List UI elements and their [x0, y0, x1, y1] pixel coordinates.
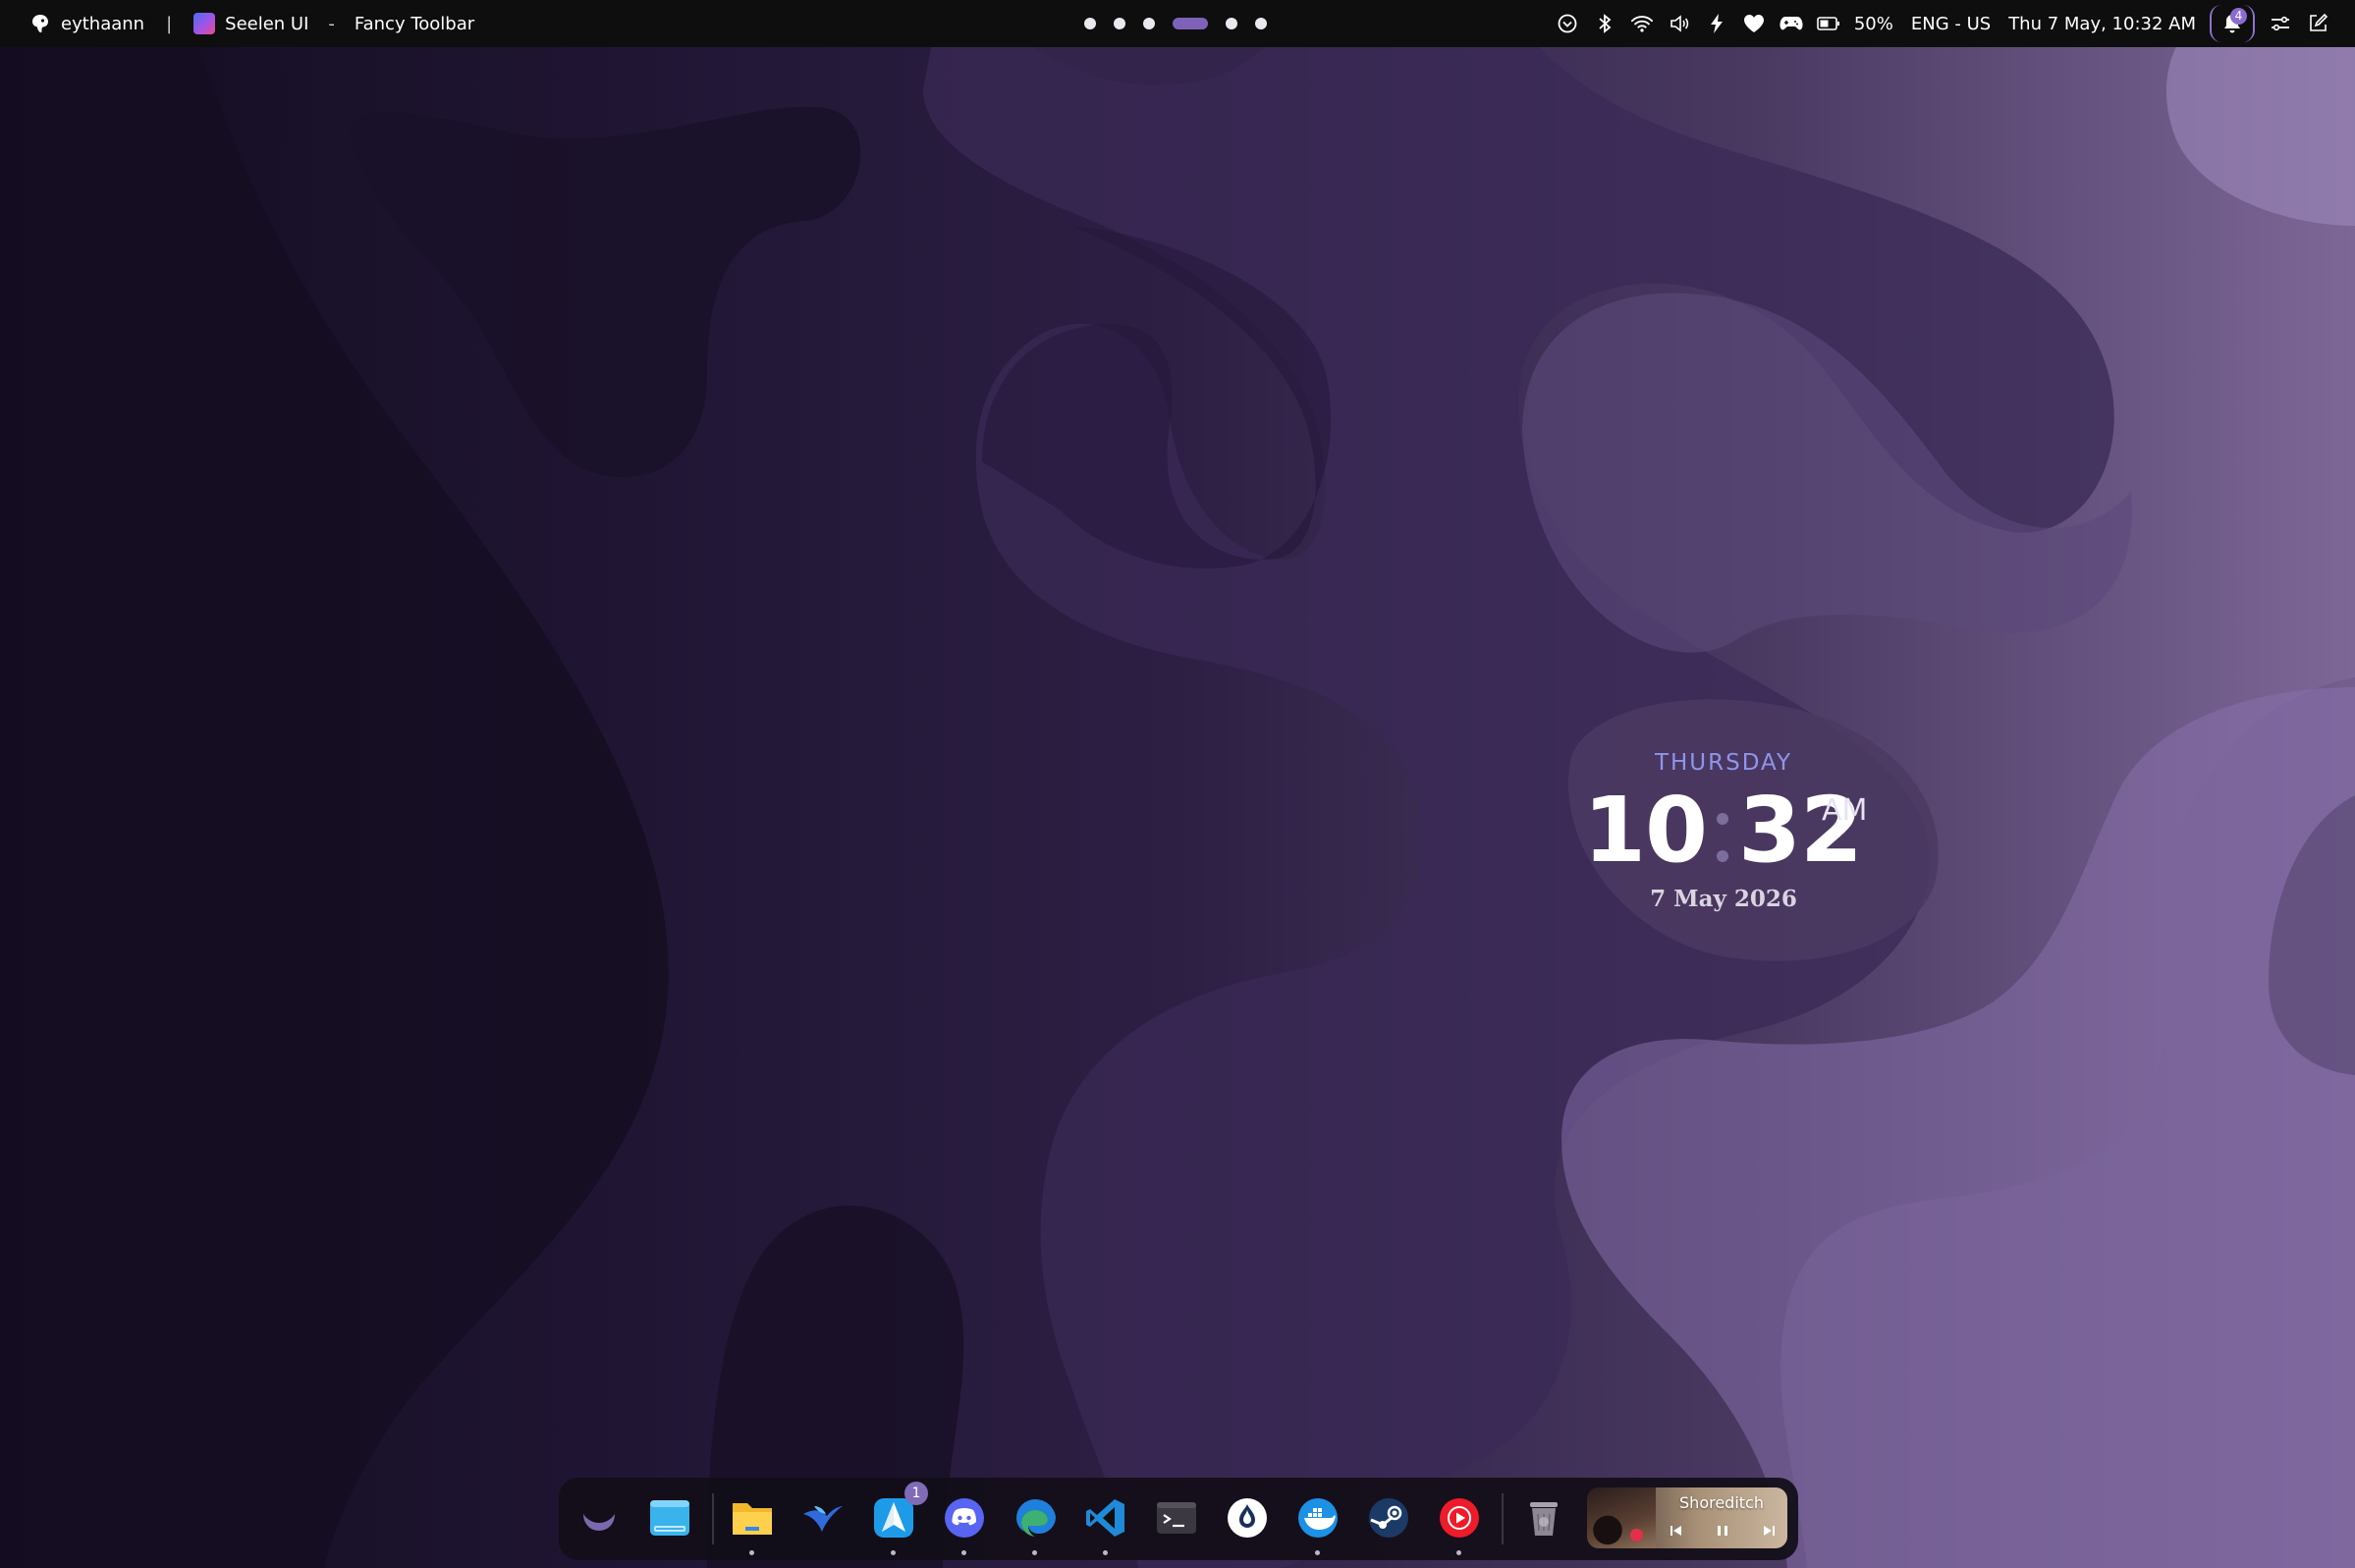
dock-item-tor-browser[interactable]: [1219, 1489, 1276, 1546]
quick-settings-icon[interactable]: [2269, 12, 2292, 35]
workspace-dot-2[interactable]: [1114, 18, 1125, 29]
dock-item-file-explorer[interactable]: [724, 1489, 781, 1555]
fancy-toolbar: eythaann | Seelen UI - Fancy Toolbar 50%…: [0, 0, 2355, 47]
clock-hours: 10: [1583, 778, 1708, 883]
notifications-button[interactable]: 4: [2210, 5, 2255, 42]
workspace-dot-1[interactable]: [1084, 18, 1096, 29]
notification-count-badge: 4: [2230, 8, 2247, 25]
dock: 1 Shoreditch: [559, 1478, 1798, 1560]
running-indicator: [1315, 1550, 1320, 1555]
running-indicator: [1103, 1550, 1108, 1555]
onion-icon: [1228, 1498, 1267, 1538]
media-title: Shoreditch: [1679, 1493, 1764, 1512]
dock-item-desktop[interactable]: [641, 1489, 698, 1546]
dock-separator: [1502, 1493, 1504, 1544]
desktop-wallpaper: [0, 0, 2355, 1568]
wifi-icon[interactable]: [1630, 12, 1654, 35]
workspace-dot-6[interactable]: [1255, 18, 1267, 29]
desktop-clock-widget: THURSDAY 10 32 AM 7 May 2026: [1561, 727, 1886, 962]
battery-percentage[interactable]: 50%: [1854, 14, 1893, 34]
youtube-music-icon: [1440, 1498, 1479, 1538]
running-indicator: [749, 1550, 754, 1555]
dock-item-youtube-music[interactable]: [1431, 1489, 1488, 1555]
workspace-dot-5[interactable]: [1226, 18, 1237, 29]
edit-note-icon[interactable]: [2306, 12, 2329, 35]
toolbar-separator: |: [166, 13, 173, 34]
clock-date: 7 May 2026: [1650, 886, 1797, 912]
trash-icon: [1530, 1502, 1558, 1536]
dock-item-edge[interactable]: [1007, 1489, 1064, 1555]
running-indicator: [961, 1550, 966, 1555]
pause-icon[interactable]: [1712, 1520, 1733, 1541]
dock-item-vscode[interactable]: [1077, 1489, 1134, 1555]
mail-badge: 1: [904, 1482, 928, 1505]
album-art: [1587, 1487, 1656, 1548]
toolbar-right-section: 50% ENG - US Thu 7 May, 10:32 AM 4: [1556, 0, 2329, 47]
workspace-dot-3[interactable]: [1143, 18, 1155, 29]
focused-window-title[interactable]: Fancy Toolbar: [355, 14, 474, 34]
media-player-widget[interactable]: Shoreditch: [1587, 1487, 1787, 1548]
clock-colon: [1717, 813, 1729, 862]
user-avatar-icon[interactable]: [29, 13, 51, 34]
docker-icon: [1298, 1498, 1338, 1538]
running-indicator: [891, 1550, 896, 1555]
vscode-icon: [1086, 1499, 1124, 1537]
dock-item-arc-browser[interactable]: [794, 1489, 851, 1546]
seelen-icon: [583, 1514, 615, 1531]
dock-item-steam[interactable]: [1360, 1489, 1417, 1546]
toolbar-datetime[interactable]: Thu 7 May, 10:32 AM: [2008, 14, 2196, 34]
keyboard-language[interactable]: ENG - US: [1911, 14, 1991, 34]
bluetooth-icon[interactable]: [1593, 12, 1616, 35]
power-mode-icon[interactable]: [1705, 12, 1728, 35]
health-heart-icon[interactable]: [1742, 12, 1766, 35]
dock-item-docker[interactable]: [1289, 1489, 1346, 1555]
bird-icon: [803, 1506, 843, 1532]
workspace-switcher: [1084, 17, 1267, 30]
dock-item-recycle-bin[interactable]: [1515, 1489, 1572, 1546]
recording-indicator: [1630, 1529, 1643, 1541]
focused-app-name[interactable]: Seelen UI: [225, 14, 308, 34]
dock-item-seelen-launcher[interactable]: [571, 1489, 628, 1546]
next-track-icon[interactable]: [1758, 1520, 1780, 1541]
media-controls: [1666, 1520, 1780, 1541]
previous-track-icon[interactable]: [1666, 1520, 1687, 1541]
folder-icon: [733, 1503, 772, 1535]
edge-icon: [1016, 1498, 1056, 1537]
battery-icon[interactable]: [1817, 12, 1840, 35]
clock-ampm: AM: [1822, 793, 1868, 828]
running-indicator: [1456, 1550, 1461, 1555]
gamepad-icon[interactable]: [1780, 12, 1803, 35]
running-indicator: [1032, 1550, 1037, 1555]
terminal-icon: [1157, 1502, 1196, 1534]
dock-item-terminal[interactable]: [1148, 1489, 1205, 1546]
title-dash: -: [328, 13, 335, 34]
workspace-dot-4-active[interactable]: [1173, 18, 1208, 29]
discord-icon: [945, 1498, 984, 1538]
dock-item-discord[interactable]: [936, 1489, 993, 1555]
toolbar-left-section: eythaann | Seelen UI - Fancy Toolbar: [29, 0, 474, 47]
clock-day: THURSDAY: [1654, 750, 1793, 776]
dock-separator: [712, 1493, 714, 1544]
tray-expand-icon[interactable]: [1556, 12, 1579, 35]
desktop-icon: [650, 1500, 689, 1536]
user-name[interactable]: eythaann: [61, 14, 144, 34]
steam-icon: [1369, 1498, 1408, 1538]
seelen-ui-app-icon: [193, 13, 216, 34]
volume-icon[interactable]: [1668, 12, 1691, 35]
dock-item-spark-mail[interactable]: 1: [865, 1482, 928, 1555]
clock-time: 10 32: [1583, 778, 1863, 883]
